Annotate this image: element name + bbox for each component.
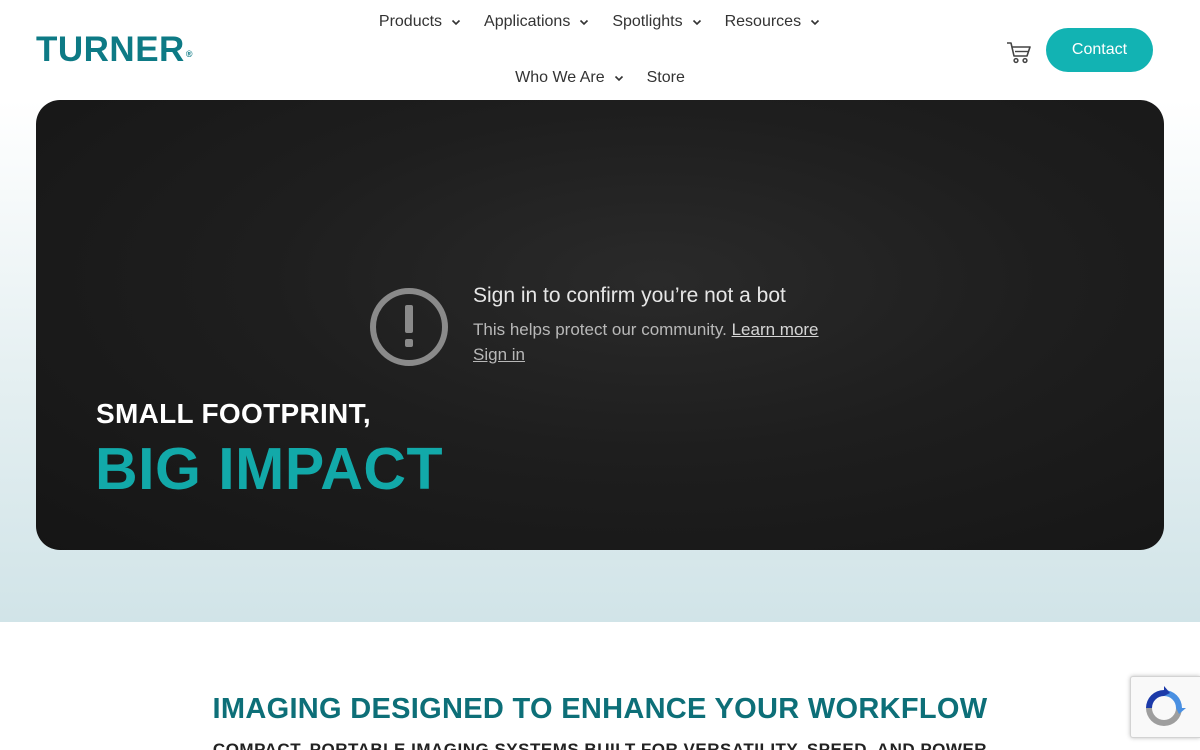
turner-logo[interactable]: TURNER® (36, 31, 193, 69)
nav-label: Spotlights (612, 13, 683, 30)
hero-heading: BIG IMPACT (95, 436, 444, 502)
bot-notice-description: This helps protect our community. Learn … (473, 320, 819, 340)
site-header: TURNER® Products Applications Spotlights… (0, 0, 1200, 100)
nav-item-resources[interactable]: Resources (725, 13, 821, 31)
hero-video-card[interactable]: Sign in to confirm you’re not a bot This… (36, 100, 1164, 550)
chevron-down-icon (451, 19, 461, 26)
sign-in-link[interactable]: Sign in (473, 345, 525, 365)
chevron-down-icon (692, 19, 701, 26)
registered-mark: ® (185, 49, 193, 59)
logo-text: TURNER (36, 30, 185, 69)
learn-more-link[interactable]: Learn more (732, 320, 819, 339)
bot-notice-text: This helps protect our community. (473, 320, 727, 339)
main-nav-row-1: Products Applications Spotlights Resourc… (0, 10, 1200, 34)
main-nav-row-2: Who We Are Store (0, 66, 1200, 90)
recaptcha-icon (1146, 686, 1186, 726)
bot-notice-title: Sign in to confirm you’re not a bot (473, 284, 786, 307)
nav-label: Resources (724, 13, 802, 30)
nav-label: Products (378, 13, 443, 30)
nav-label: Who We Are (515, 69, 605, 86)
contact-button[interactable]: Contact (1046, 28, 1153, 72)
nav-item-who-we-are[interactable]: Who We Are (515, 69, 625, 87)
section-title: IMAGING DESIGNED TO ENHANCE YOUR WORKFLO… (212, 693, 988, 725)
hero-subheading: SMALL FOOTPRINT, (96, 398, 371, 429)
nav-label: Store (646, 69, 685, 86)
nav-item-store[interactable]: Store (647, 69, 685, 87)
chevron-down-icon (614, 75, 623, 82)
section-subtitle: COMPACT, PORTABLE IMAGING SYSTEMS BUILT … (212, 740, 988, 750)
nav-item-spotlights[interactable]: Spotlights (612, 13, 702, 31)
nav-item-applications[interactable]: Applications (484, 13, 590, 31)
shopping-cart-icon[interactable] (1005, 38, 1033, 66)
nav-item-products[interactable]: Products (379, 13, 462, 31)
alert-circle-icon (370, 288, 448, 366)
chevron-down-icon (580, 19, 589, 26)
nav-label: Applications (484, 13, 571, 30)
chevron-down-icon (811, 19, 820, 26)
recaptcha-badge[interactable] (1130, 676, 1200, 738)
